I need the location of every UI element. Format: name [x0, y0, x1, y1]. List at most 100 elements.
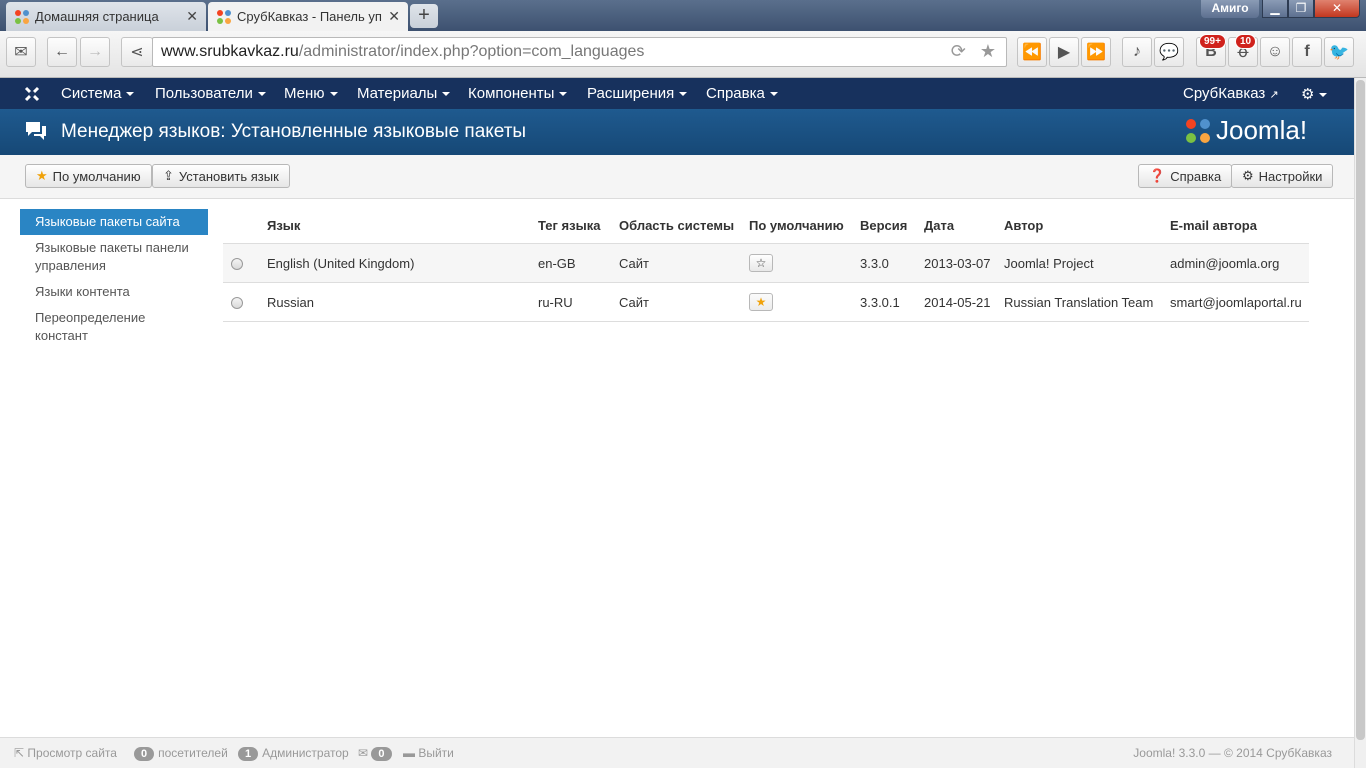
column-header-default: По умолчанию [749, 218, 844, 233]
column-header-author: Автор [1004, 218, 1044, 233]
column-header-tag: Тег языка [538, 218, 601, 233]
gear-icon: ⚙ [1301, 86, 1315, 103]
select-column-header [223, 209, 261, 244]
mail-icon[interactable]: ✉ [6, 37, 36, 67]
language-tag: en-GB [532, 243, 613, 283]
action-toolbar: ★ По умолчанию ⇪ Установить язык ❓ Справка … [0, 155, 1354, 199]
browser-tabstrip: Домашняя страница ✕ СрубКавказ - Панель … [0, 0, 1366, 31]
bookmark-star-icon[interactable]: ★ [980, 41, 996, 62]
joomla-brand-logo: Joomla! [1183, 115, 1307, 146]
nav-menus[interactable]: Меню [284, 85, 338, 102]
site-link[interactable]: СрубКавказ ↗ [1183, 85, 1279, 102]
language-area: Сайт [613, 282, 743, 322]
ok-icon[interactable]: ꝋ 10 [1228, 34, 1258, 67]
column-header-language[interactable]: Язык [261, 209, 532, 244]
scrollbar-thumb[interactable] [1356, 80, 1365, 740]
sidebar-item-admin-languages[interactable]: Языковые пакеты панели управления [20, 235, 208, 279]
nav-extensions[interactable]: Расширения [587, 85, 688, 102]
address-bar[interactable]: www.srubkavkaz.ru/administrator/index.ph… [152, 37, 1007, 67]
comments-icon [24, 120, 48, 142]
joomla-logo-icon[interactable] [22, 84, 42, 104]
nav-content[interactable]: Материалы [357, 85, 451, 102]
caret-down-icon [329, 92, 338, 97]
window-close-icon[interactable]: ✕ [1314, 0, 1360, 18]
tab-close-icon[interactable]: ✕ [186, 8, 198, 25]
browser-tab-admin[interactable]: СрубКавказ - Панель упра ✕ [208, 2, 408, 31]
language-name: Russian [261, 282, 532, 322]
nav-users[interactable]: Пользователи [155, 85, 266, 102]
new-tab-button[interactable]: + [410, 4, 438, 28]
chat-icon[interactable]: 💬 [1154, 37, 1184, 67]
column-header-date: Дата [924, 218, 955, 233]
caret-down-icon [257, 92, 266, 97]
page-header: Менеджер языков: Установленные языковые … [0, 109, 1354, 155]
nav-system[interactable]: Система [61, 85, 135, 102]
vk-icon[interactable]: B 99+ [1196, 34, 1226, 67]
music-icon[interactable]: ♪ [1122, 37, 1152, 67]
sidebar-item-overrides[interactable]: Переопределение констант [20, 305, 208, 349]
twitter-icon[interactable]: 🐦 [1324, 37, 1354, 67]
minus-icon: ▬ [403, 746, 415, 760]
facebook-icon[interactable]: f [1292, 37, 1322, 67]
set-default-button[interactable]: ★ По умолчанию [25, 164, 152, 188]
minimize-icon[interactable]: ▁ [1262, 0, 1288, 18]
caret-down-icon [769, 92, 778, 97]
ok-badge: 10 [1235, 34, 1257, 49]
browser-tab-home[interactable]: Домашняя страница ✕ [6, 2, 206, 31]
column-header-area: Область системы [619, 218, 735, 233]
column-header-version: Версия [860, 218, 908, 233]
table-row: English (United Kingdom) en-GB Сайт ☆ 3.… [223, 243, 1309, 283]
forward-arrow-icon[interactable]: → [80, 37, 110, 67]
joomla-favicon-icon [14, 9, 30, 25]
page-scrollbar[interactable] [1354, 78, 1366, 768]
sidebar-item-site-languages[interactable]: Языковые пакеты сайта [20, 209, 208, 235]
user-settings-menu[interactable]: ⚙ [1301, 85, 1328, 103]
help-button[interactable]: ❓ Справка [1138, 164, 1233, 188]
browser-toolbar: ✉ ← → ⋖ www.srubkavkaz.ru/administrator/… [0, 31, 1366, 78]
row-select-radio[interactable] [231, 258, 243, 271]
friends-icon[interactable]: ☺ [1260, 37, 1290, 67]
media-prev-icon[interactable]: ⏪ [1017, 37, 1047, 67]
table-row: Russian ru-RU Сайт ★ 3.3.0.1 2014-05-21 … [223, 282, 1309, 322]
gear-icon: ⚙ [1242, 168, 1254, 183]
languages-table: Язык Тег языка Область системы По умолча… [223, 209, 1309, 322]
nav-help[interactable]: Справка [706, 85, 778, 102]
submenu-sidebar: Языковые пакеты сайта Языковые пакеты па… [20, 209, 208, 349]
status-footer: ⇱ Просмотр сайта 0 посетителей 1 Администр… [0, 737, 1354, 768]
maximize-icon[interactable]: ❐ [1288, 0, 1314, 18]
back-arrow-icon[interactable]: ← [47, 37, 77, 67]
reload-icon[interactable]: ⟳ [951, 41, 966, 62]
messages-count[interactable]: ✉ 0 [358, 746, 396, 761]
caret-down-icon [442, 92, 451, 97]
tab-title: СрубКавказ - Панель упра [237, 9, 383, 24]
sidebar-item-content-languages[interactable]: Языки контента [20, 279, 208, 305]
row-select-radio[interactable] [231, 297, 243, 310]
external-link-icon: ↗ [1269, 89, 1279, 101]
joomla-favicon-icon [216, 9, 232, 25]
language-version: 3.3.0.1 [854, 282, 918, 322]
column-header-email: E-mail автора [1170, 218, 1257, 233]
logout-link[interactable]: ▬ Выйти [403, 746, 454, 760]
star-icon: ★ [36, 168, 48, 183]
media-next-icon[interactable]: ⏩ [1081, 37, 1111, 67]
default-star-icon[interactable]: ★ [749, 293, 773, 311]
tab-close-icon[interactable]: ✕ [388, 8, 400, 25]
admins-count: 1 Администратор [238, 746, 349, 761]
caret-down-icon [679, 92, 688, 97]
set-default-star-icon[interactable]: ☆ [749, 254, 773, 272]
question-circle-icon: ❓ [1149, 168, 1166, 183]
browser-user-label[interactable]: Амиго [1201, 0, 1259, 18]
options-button[interactable]: ⚙ Настройки [1231, 164, 1334, 188]
language-author: Joomla! Project [998, 243, 1164, 283]
table-header-row: Язык Тег языка Область системы По умолча… [223, 209, 1309, 244]
language-date: 2013-03-07 [918, 243, 998, 283]
install-language-button[interactable]: ⇪ Установить язык [152, 164, 290, 188]
share-icon[interactable]: ⋖ [121, 37, 153, 67]
nav-components[interactable]: Компоненты [468, 85, 568, 102]
caret-down-icon [1319, 93, 1328, 98]
language-email: smart@joomlaportal.ru [1164, 282, 1309, 322]
language-author: Russian Translation Team [998, 282, 1164, 322]
view-site-link[interactable]: ⇱ Просмотр сайта [14, 746, 117, 760]
media-play-icon[interactable]: ▶ [1049, 37, 1079, 67]
vk-badge: 99+ [1199, 34, 1226, 49]
